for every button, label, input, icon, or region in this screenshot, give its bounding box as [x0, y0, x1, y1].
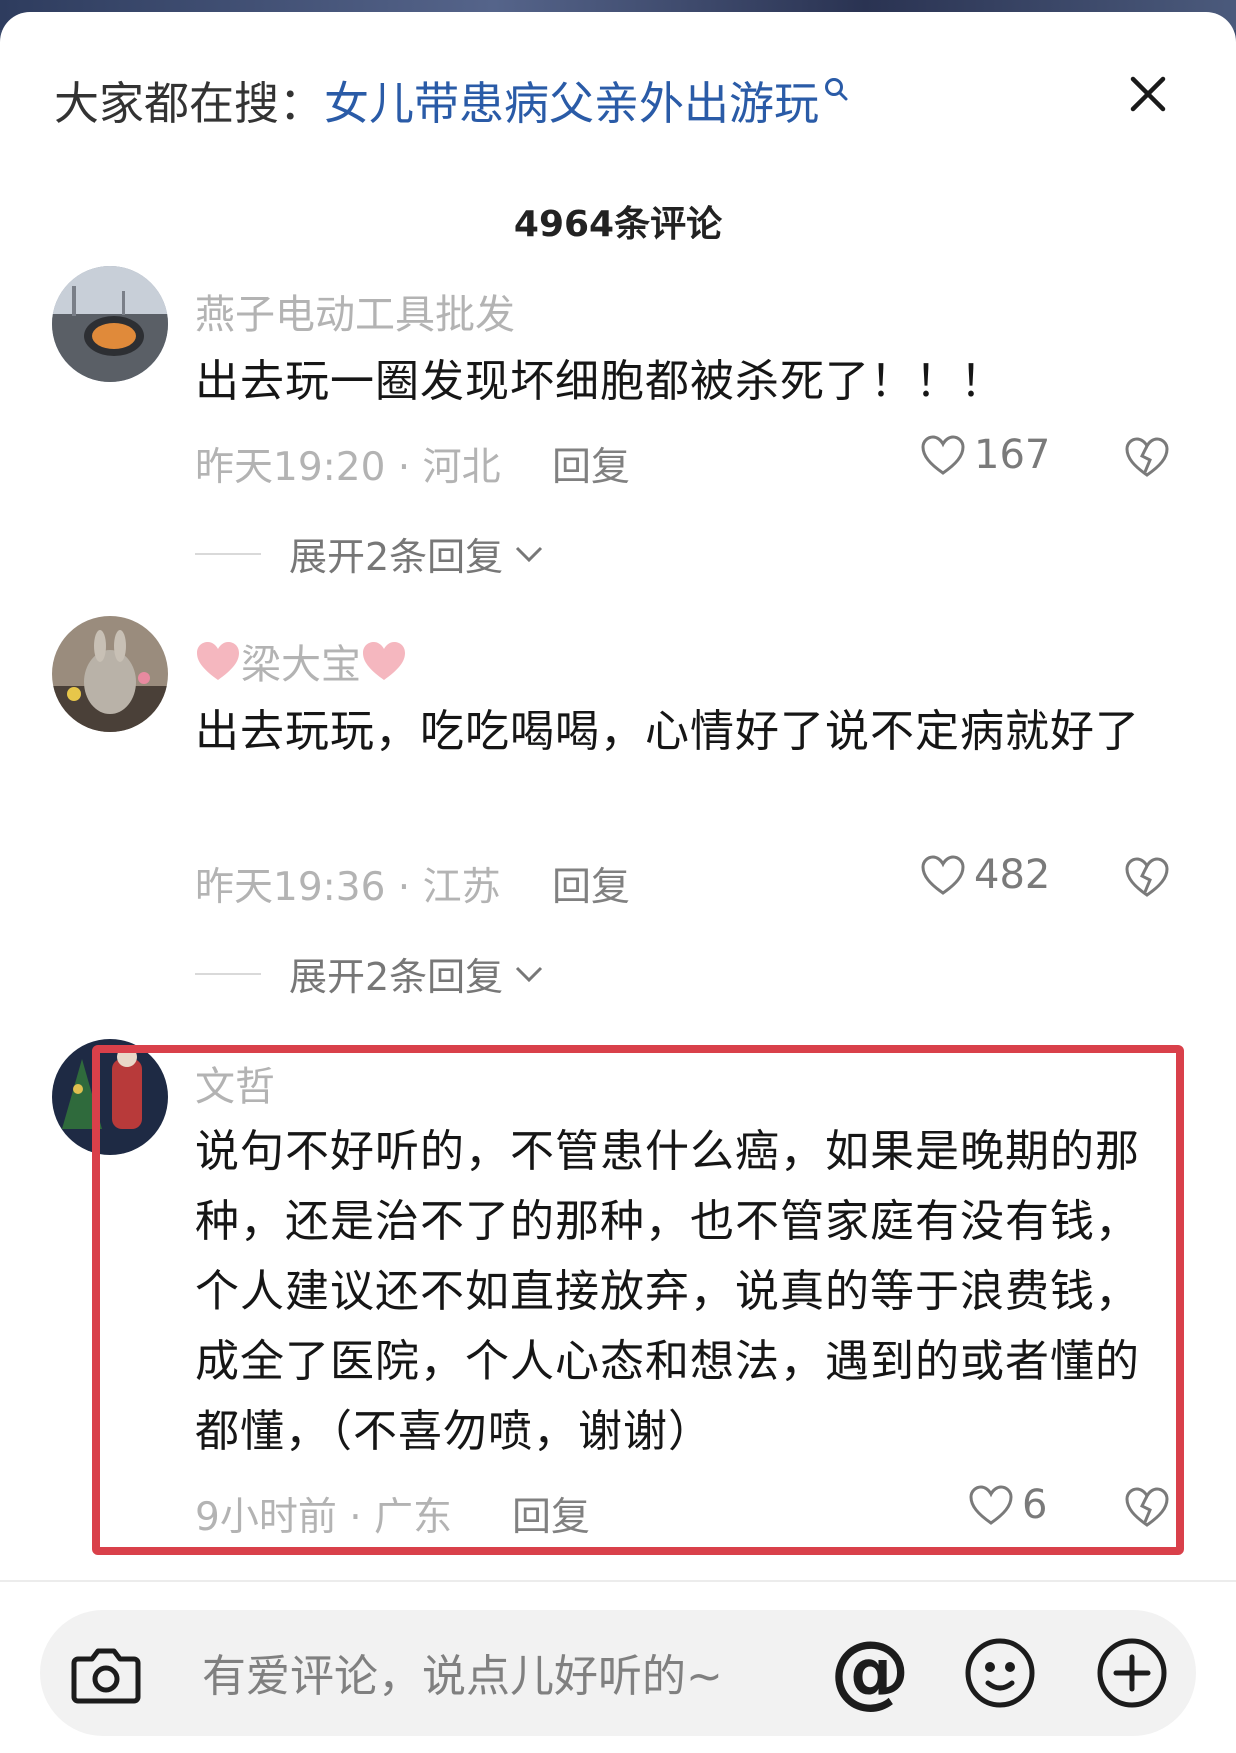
emoji-icon	[965, 1638, 1035, 1708]
broken-heart-icon	[1125, 437, 1169, 477]
dislike-button[interactable]	[1124, 856, 1170, 902]
divider-line	[195, 552, 261, 555]
search-suggestion-prefix: 大家都在搜：	[54, 77, 325, 130]
reply-button[interactable]: 回复	[552, 436, 630, 492]
pink-heart-icon	[197, 642, 239, 680]
comment-count: 4964条评论	[513, 204, 723, 245]
close-icon	[1130, 76, 1166, 112]
reply-button[interactable]: 回复	[552, 856, 630, 912]
search-suggestion-term[interactable]: 女儿带患病父亲外出游玩	[324, 62, 819, 146]
comment-input[interactable]: 有爱评论，说点儿好听的~	[202, 1640, 723, 1704]
camera-button[interactable]	[68, 1635, 144, 1715]
chevron-down-icon	[516, 966, 543, 982]
plus-icon	[1097, 1638, 1167, 1708]
expand-replies-label: 展开2条回复	[289, 955, 504, 999]
expand-replies-label: 展开2条回复	[289, 535, 504, 579]
chevron-down-icon	[516, 546, 543, 562]
comment-sheet: 大家都在搜： 女儿带患病父亲外出游玩 4964条评论 燕子电动工具批发 出去玩一…	[0, 12, 1236, 1753]
comment-meta: 昨天19:20 · 河北	[195, 445, 501, 490]
at-icon[interactable]: @	[830, 1626, 910, 1716]
comment-meta: 昨天19:36 · 江苏	[195, 865, 501, 910]
comment-username[interactable]: 燕子电动工具批发	[195, 282, 515, 340]
like-count: 482	[974, 852, 1051, 898]
search-suggestion[interactable]: 大家都在搜： 女儿带患病父亲外出游玩	[54, 62, 849, 146]
comment-text: 出去玩一圈发现坏细胞都被杀死了！！！	[195, 356, 1005, 407]
broken-heart-icon	[1125, 857, 1169, 897]
like-button[interactable]: 167	[920, 432, 1050, 478]
highlight-box	[92, 1045, 1184, 1555]
divider-line	[195, 972, 261, 975]
heart-icon	[921, 435, 965, 475]
camera-icon	[71, 1648, 141, 1704]
emoji-button[interactable]	[962, 1635, 1038, 1715]
avatar[interactable]	[52, 616, 168, 732]
avatar[interactable]	[52, 266, 168, 382]
close-button[interactable]	[1118, 64, 1178, 124]
comment-username-text: 梁大宝	[241, 642, 361, 688]
expand-replies-button[interactable]: 展开2条回复	[195, 946, 545, 1001]
comment-username[interactable]: 梁大宝	[195, 632, 407, 690]
search-icon	[825, 78, 848, 101]
input-divider	[0, 1580, 1236, 1582]
like-button[interactable]: 482	[920, 852, 1050, 898]
dislike-button[interactable]	[1124, 436, 1170, 482]
heart-icon	[921, 855, 965, 895]
pink-heart-icon	[363, 642, 405, 680]
comment-text: 出去玩玩，吃吃喝喝，心情好了说不定病就好了	[195, 706, 1140, 757]
comment-input-bar[interactable]: 有爱评论，说点儿好听的~ @	[40, 1610, 1196, 1736]
expand-replies-button[interactable]: 展开2条回复	[195, 526, 545, 581]
like-count: 167	[974, 432, 1051, 478]
plus-button[interactable]	[1094, 1635, 1170, 1715]
